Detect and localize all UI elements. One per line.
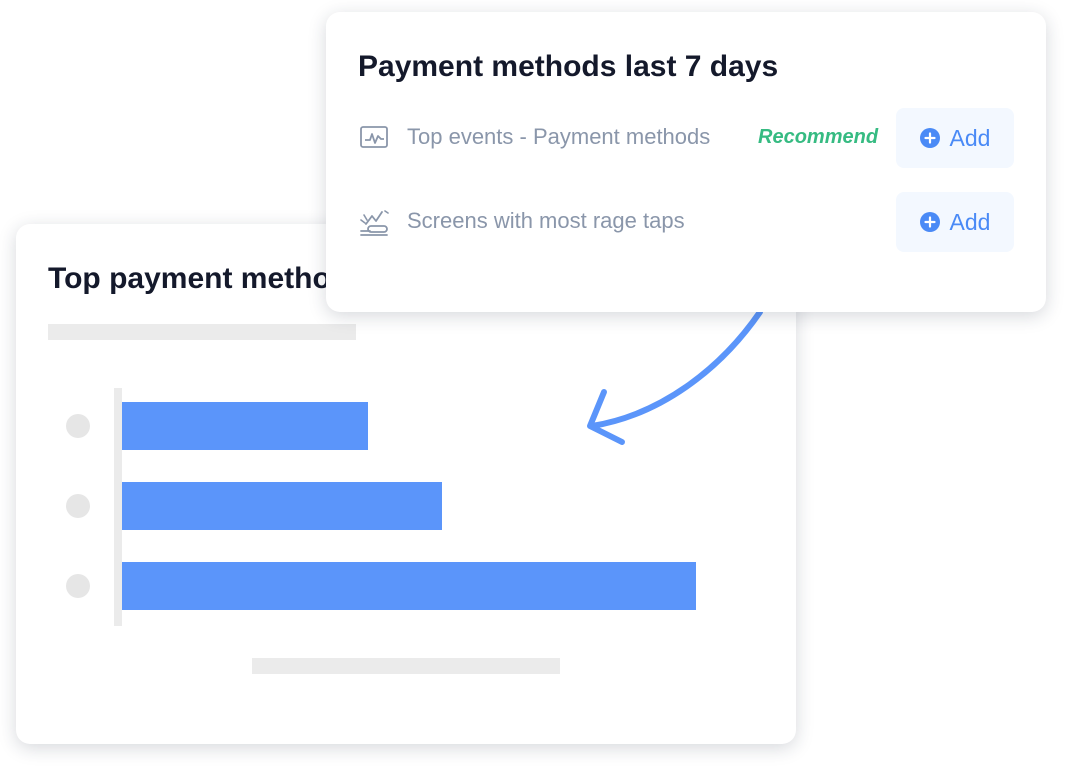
category-placeholder-dot	[66, 414, 90, 438]
category-placeholder-dot	[66, 574, 90, 598]
list-item-rage-taps: Screens with most rage taps Add	[358, 192, 1014, 252]
add-button-top-events[interactable]: Add	[896, 108, 1014, 168]
rage-tap-icon	[360, 210, 389, 236]
recommend-badge: Recommend	[758, 126, 879, 148]
subtitle-placeholder	[48, 324, 356, 340]
add-button-label: Add	[949, 124, 991, 151]
chart-bar	[122, 562, 696, 610]
chart-bar	[122, 402, 368, 450]
list-item-label: Screens with most rage taps	[407, 208, 685, 233]
add-widget-popup: Payment methods last 7 days Top events -…	[326, 12, 1046, 312]
list-item-top-events: Top events - Payment methods Recommend A…	[358, 108, 1014, 168]
list-item-label: Top events - Payment methods	[407, 124, 711, 149]
add-button-rage-taps[interactable]: Add	[896, 192, 1014, 252]
line-chart-icon	[360, 126, 388, 148]
plus-circle-icon	[919, 128, 940, 148]
plus-circle-icon	[919, 212, 940, 232]
chart-card-title: Top payment metho	[48, 262, 331, 295]
chart-bar	[122, 482, 442, 530]
footer-placeholder	[252, 658, 560, 674]
chart-axis-line	[114, 388, 122, 626]
add-button-label: Add	[949, 208, 991, 235]
category-placeholder-dot	[66, 494, 90, 518]
popup-title: Payment methods last 7 days	[358, 50, 779, 83]
